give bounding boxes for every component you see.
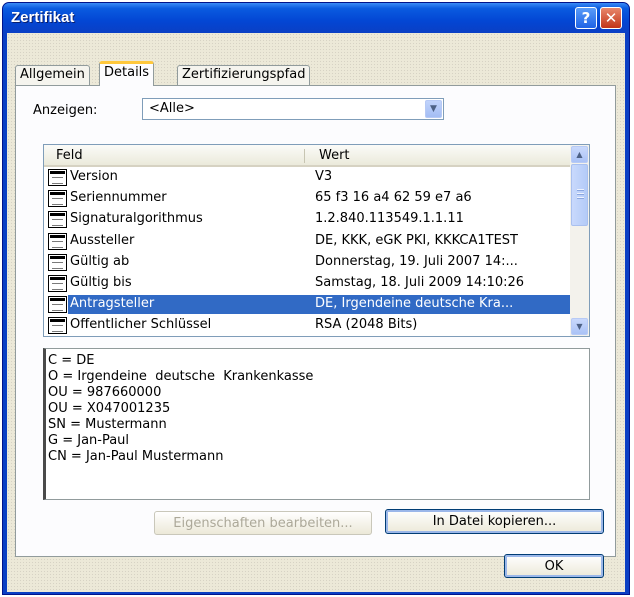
table-row[interactable]: Version V3 <box>44 167 571 188</box>
details-panel: Anzeigen: <Alle> ▼ Feld Wert Version V3 Se… <box>15 85 616 557</box>
copy-to-file-button[interactable]: In Datei kopieren... <box>385 509 604 534</box>
field-list: Feld Wert Version V3 Seriennummer 65 f3 16 … <box>43 144 590 337</box>
grip-icon <box>577 197 584 198</box>
table-row[interactable]: Antragsteller DE, Irgendeine deutsche Kra… <box>44 294 571 315</box>
show-label: Anzeigen: <box>33 103 98 118</box>
row-field-value: Donnerstag, 19. Juli 2007 14:... <box>315 253 518 269</box>
column-divider[interactable] <box>304 149 305 163</box>
row-field-value: 65 f3 16 a4 62 59 e7 a6 <box>315 190 472 206</box>
tab-details[interactable]: Details <box>99 61 155 86</box>
detail-line: G = Jan-Paul <box>48 433 130 448</box>
table-row[interactable]: Aussteller DE, KKK, eGK PKI, KKKCA1TEST <box>44 231 571 252</box>
table-row[interactable]: Öffentlicher Schlüssel RSA (2048 Bits) <box>44 315 571 336</box>
row-field-value: RSA (2048 Bits) <box>315 317 418 333</box>
help-icon: ? <box>581 9 591 27</box>
chevron-down-icon[interactable]: ▼ <box>425 100 442 118</box>
detail-line: CN = Jan-Paul Mustermann <box>48 449 224 464</box>
tab-general[interactable]: Allgemein <box>15 65 90 85</box>
table-row[interactable]: Gültig bis Samstag, 18. Juli 2009 14:10:2… <box>44 273 571 294</box>
scroll-up-button[interactable]: ▲ <box>571 146 588 163</box>
row-field-value: DE, KKK, eGK PKI, KKKCA1TEST <box>315 232 518 248</box>
table-row[interactable]: Signaturalgorithmus 1.2.840.113549.1.1.11 <box>44 209 571 230</box>
row-field-name: Aussteller <box>70 232 135 248</box>
table-row[interactable]: Gültig ab Donnerstag, 19. Juli 2007 14:..… <box>44 252 571 273</box>
list-header: Feld Wert <box>44 145 571 167</box>
row-field-name: Gültig ab <box>70 253 130 269</box>
table-row[interactable]: Seriennummer 65 f3 16 a4 62 59 e7 a6 <box>44 188 571 209</box>
tab-certification-path[interactable]: Zertifizierungspfad <box>177 65 311 85</box>
row-field-value: V3 <box>315 169 333 184</box>
column-header-field[interactable]: Feld <box>56 148 83 163</box>
certificate-field-icon <box>48 317 67 335</box>
certificate-field-icon <box>48 211 67 229</box>
edit-properties-button[interactable]: Eigenschaften bearbeiten... <box>154 511 372 535</box>
column-header-value[interactable]: Wert <box>319 148 350 163</box>
scroll-down-button[interactable]: ▼ <box>571 318 588 335</box>
certificate-field-icon <box>48 296 67 314</box>
help-button[interactable]: ? <box>575 7 597 29</box>
row-field-value: DE, Irgendeine deutsche Kra... <box>315 296 514 312</box>
certificate-field-icon <box>48 190 67 208</box>
detail-line: OU = 987660000 <box>48 385 162 400</box>
certificate-field-icon <box>48 169 67 186</box>
row-field-name: Gültig bis <box>70 274 132 290</box>
vertical-scrollbar[interactable]: ▲ ▼ <box>570 145 589 336</box>
scroll-thumb[interactable] <box>571 164 588 226</box>
row-field-value: Samstag, 18. Juli 2009 14:10:26 <box>315 274 525 290</box>
ok-button[interactable]: OK <box>504 554 604 578</box>
row-field-name: Öffentlicher Schlüssel <box>70 317 212 333</box>
certificate-field-icon <box>48 232 67 250</box>
row-field-name: Version <box>70 169 118 184</box>
grip-icon <box>577 193 584 194</box>
detail-line: O = Irgendeine deutsche Krankenkasse <box>48 369 314 384</box>
grip-icon <box>577 189 584 190</box>
row-field-value: 1.2.840.113549.1.1.11 <box>315 211 464 227</box>
detail-line: C = DE <box>48 353 95 368</box>
row-field-name: Signaturalgorithmus <box>70 211 203 227</box>
close-button[interactable]: ✕ <box>600 7 622 29</box>
certificate-field-icon <box>48 274 67 292</box>
row-field-name: Seriennummer <box>70 190 167 206</box>
certificate-window: Zertifikat ? ✕ Allgemein Details Zertifi… <box>2 2 630 595</box>
detail-line: OU = X047001235 <box>48 401 171 416</box>
row-field-name: Antragsteller <box>70 296 155 312</box>
detail-line: SN = Mustermann <box>48 417 167 432</box>
field-value-text[interactable]: C = DE O = Irgendeine deutsche Krankenkas… <box>43 348 590 500</box>
show-dropdown[interactable]: <Alle> ▼ <box>142 98 444 120</box>
dialog-client: Allgemein Details Zertifizierungspfad An… <box>7 33 625 592</box>
list-rows: Version V3 Seriennummer 65 f3 16 a4 62 59 e… <box>44 167 571 336</box>
window-title: Zertifikat <box>11 9 75 26</box>
show-dropdown-value: <Alle> <box>149 101 195 116</box>
certificate-field-icon <box>48 253 67 271</box>
title-bar[interactable]: Zertifikat ? ✕ <box>3 3 629 33</box>
close-icon: ✕ <box>604 9 618 27</box>
